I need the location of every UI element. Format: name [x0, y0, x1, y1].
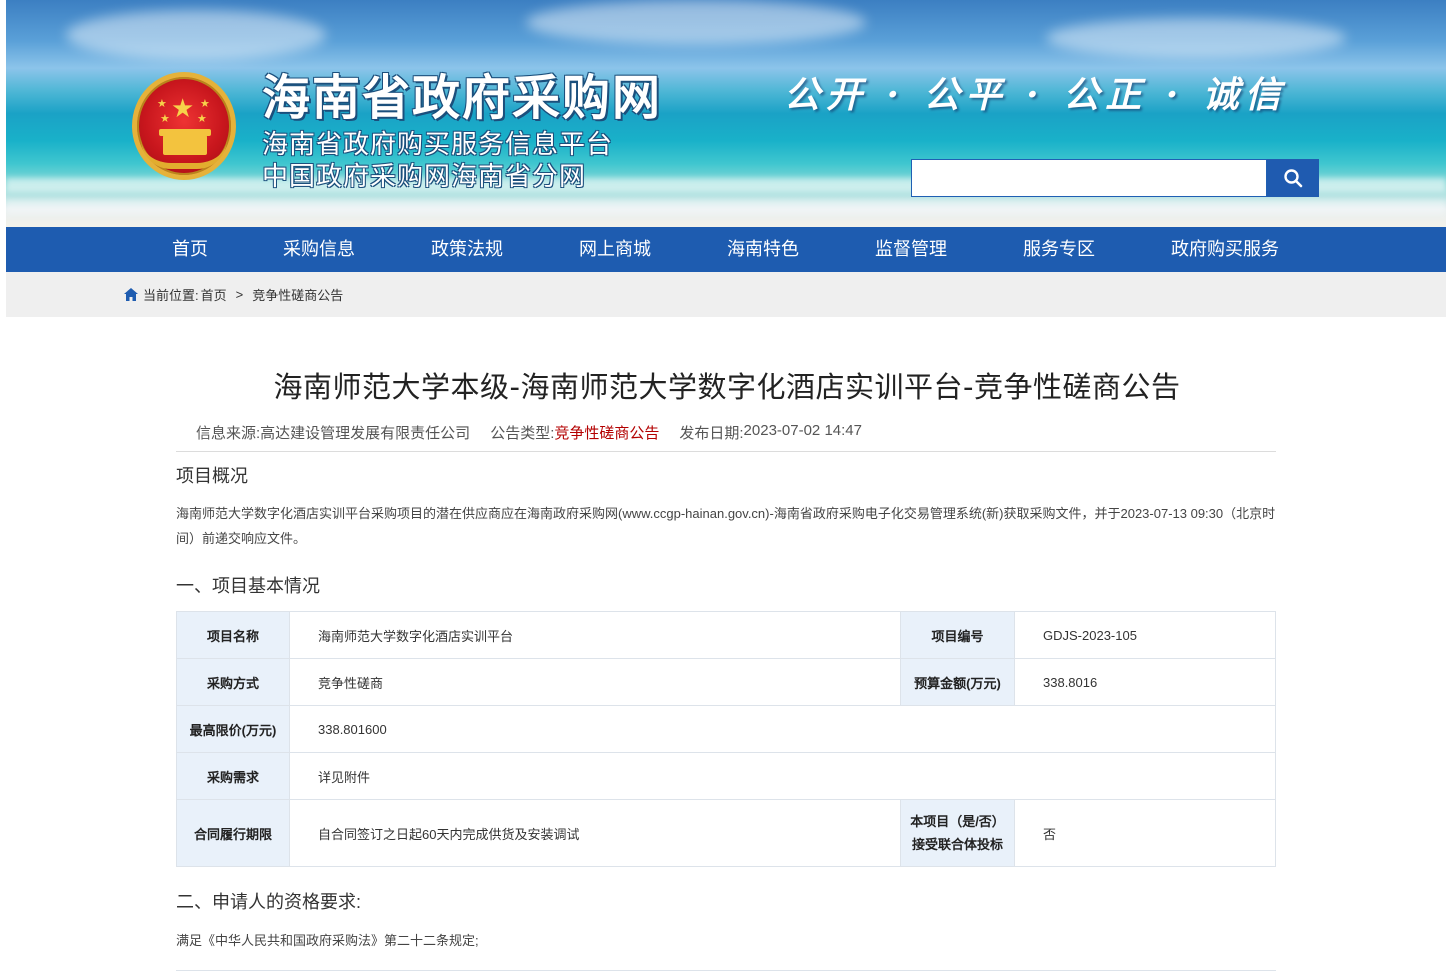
- table-row: 最高限价(万元) 338.801600: [176, 705, 1276, 753]
- site-slogan: 公开 · 公平 · 公正 · 诚信: [784, 74, 1287, 116]
- project-no-value: GDJS-2023-105: [1014, 611, 1276, 659]
- nav-item-hainan-special[interactable]: 海南特色: [727, 227, 799, 272]
- overview-heading: 项目概况: [176, 466, 248, 486]
- nav-item-procurement-info[interactable]: 采购信息: [283, 227, 355, 272]
- method-label: 采购方式: [176, 658, 290, 706]
- article-title: 海南师范大学本级-海南师范大学数字化酒店实训平台-竞争性磋商公告: [273, 370, 1181, 404]
- article-meta: 信息来源: 高达建设管理发展有限责任公司 公告类型: 竞争性磋商公告 发布日期:…: [196, 422, 862, 443]
- requirement-label: 采购需求: [176, 752, 290, 800]
- nav-item-supervision[interactable]: 监督管理: [875, 227, 947, 272]
- nav-item-government-purchase[interactable]: 政府购买服务: [1171, 227, 1279, 272]
- search-icon: [1284, 169, 1303, 188]
- joint-bid-label: 本项目（是/否） 接受联合体投标: [900, 799, 1015, 867]
- table-row: 合同履行期限 自合同签订之日起60天内完成供货及安装调试 本项目（是/否） 接受…: [176, 799, 1276, 867]
- breadcrumb-current[interactable]: 竞争性磋商公告: [252, 285, 343, 304]
- search-button[interactable]: [1267, 159, 1319, 197]
- banner-wave: [6, 200, 1446, 214]
- section2-heading: 二、申请人的资格要求:: [176, 892, 361, 912]
- period-value: 自合同签订之日起60天内完成供货及安装调试: [289, 799, 901, 867]
- meta-divider: [176, 451, 1276, 452]
- meta-type-value[interactable]: 竞争性磋商公告: [554, 422, 659, 443]
- search-box: [911, 159, 1267, 197]
- breadcrumb-separator: >: [235, 287, 244, 302]
- home-icon: [124, 288, 138, 301]
- meta-date-value: 2023-07-02 14:47: [743, 422, 862, 439]
- nav-item-policies[interactable]: 政策法规: [431, 227, 503, 272]
- nav-item-service-zone[interactable]: 服务专区: [1023, 227, 1095, 272]
- project-name-value: 海南师范大学数字化酒店实训平台: [289, 611, 901, 659]
- banner-cloud: [526, 0, 866, 45]
- search-input[interactable]: [912, 160, 1266, 196]
- max-price-label: 最高限价(万元): [176, 705, 290, 753]
- breadcrumb-bar: 当前位置: 首页 > 竞争性磋商公告: [6, 272, 1446, 317]
- joint-bid-label-line1: 本项目（是/否）: [910, 814, 1005, 829]
- method-value: 竞争性磋商: [289, 658, 901, 706]
- period-label: 合同履行期限: [176, 799, 290, 867]
- project-info-table: 项目名称 海南师范大学数字化酒店实训平台 项目编号 GDJS-2023-105 …: [176, 611, 1276, 867]
- project-no-label: 项目编号: [900, 611, 1015, 659]
- table-row: 采购方式 竞争性磋商 预算金额(万元) 338.8016: [176, 658, 1276, 706]
- meta-date-label: 发布日期:: [679, 425, 744, 442]
- nav-item-online-mall[interactable]: 网上商城: [579, 227, 651, 272]
- requirement-value: 详见附件: [289, 752, 1276, 800]
- meta-source-label: 信息来源:: [196, 425, 261, 442]
- budget-value: 338.8016: [1014, 658, 1276, 706]
- meta-type-label: 公告类型:: [490, 425, 555, 442]
- banner-cloud: [66, 10, 326, 60]
- overview-text: 海南师范大学数字化酒店实训平台采购项目的潜在供应商应在海南政府采购网(www.c…: [176, 506, 1276, 546]
- table-row: 采购需求 详见附件: [176, 752, 1276, 800]
- joint-bid-value: 否: [1014, 799, 1276, 867]
- national-emblem-icon: ★ ★ ★ ★ ★: [132, 72, 236, 180]
- budget-label: 预算金额(万元): [900, 658, 1015, 706]
- project-name-label: 项目名称: [176, 611, 290, 659]
- section2-text: 满足《中华人民共和国政府采购法》第二十二条规定;: [176, 933, 479, 948]
- site-title[interactable]: 海南省政府采购网: [262, 58, 662, 128]
- nav-item-home[interactable]: 首页: [172, 227, 208, 272]
- breadcrumb-home-link[interactable]: 首页: [201, 285, 227, 304]
- table-row: 项目名称 海南师范大学数字化酒店实训平台 项目编号 GDJS-2023-105: [176, 611, 1276, 659]
- joint-bid-label-line2: 接受联合体投标: [911, 837, 1003, 852]
- meta-source-value: 高达建设管理发展有限责任公司: [260, 425, 471, 442]
- main-nav: 首页 采购信息 政策法规 网上商城 海南特色 监督管理 服务专区 政府购买服务: [6, 227, 1446, 272]
- breadcrumb-label: 当前位置:: [143, 288, 199, 303]
- banner-cloud: [1046, 18, 1346, 58]
- site-subtitle-2: 中国政府采购网海南省分网: [262, 161, 587, 191]
- max-price-value: 338.801600: [289, 705, 1276, 753]
- next-table-edge: [176, 970, 1276, 977]
- section1-heading: 一、项目基本情况: [176, 576, 320, 596]
- breadcrumb: 当前位置: 首页 > 竞争性磋商公告: [124, 272, 343, 317]
